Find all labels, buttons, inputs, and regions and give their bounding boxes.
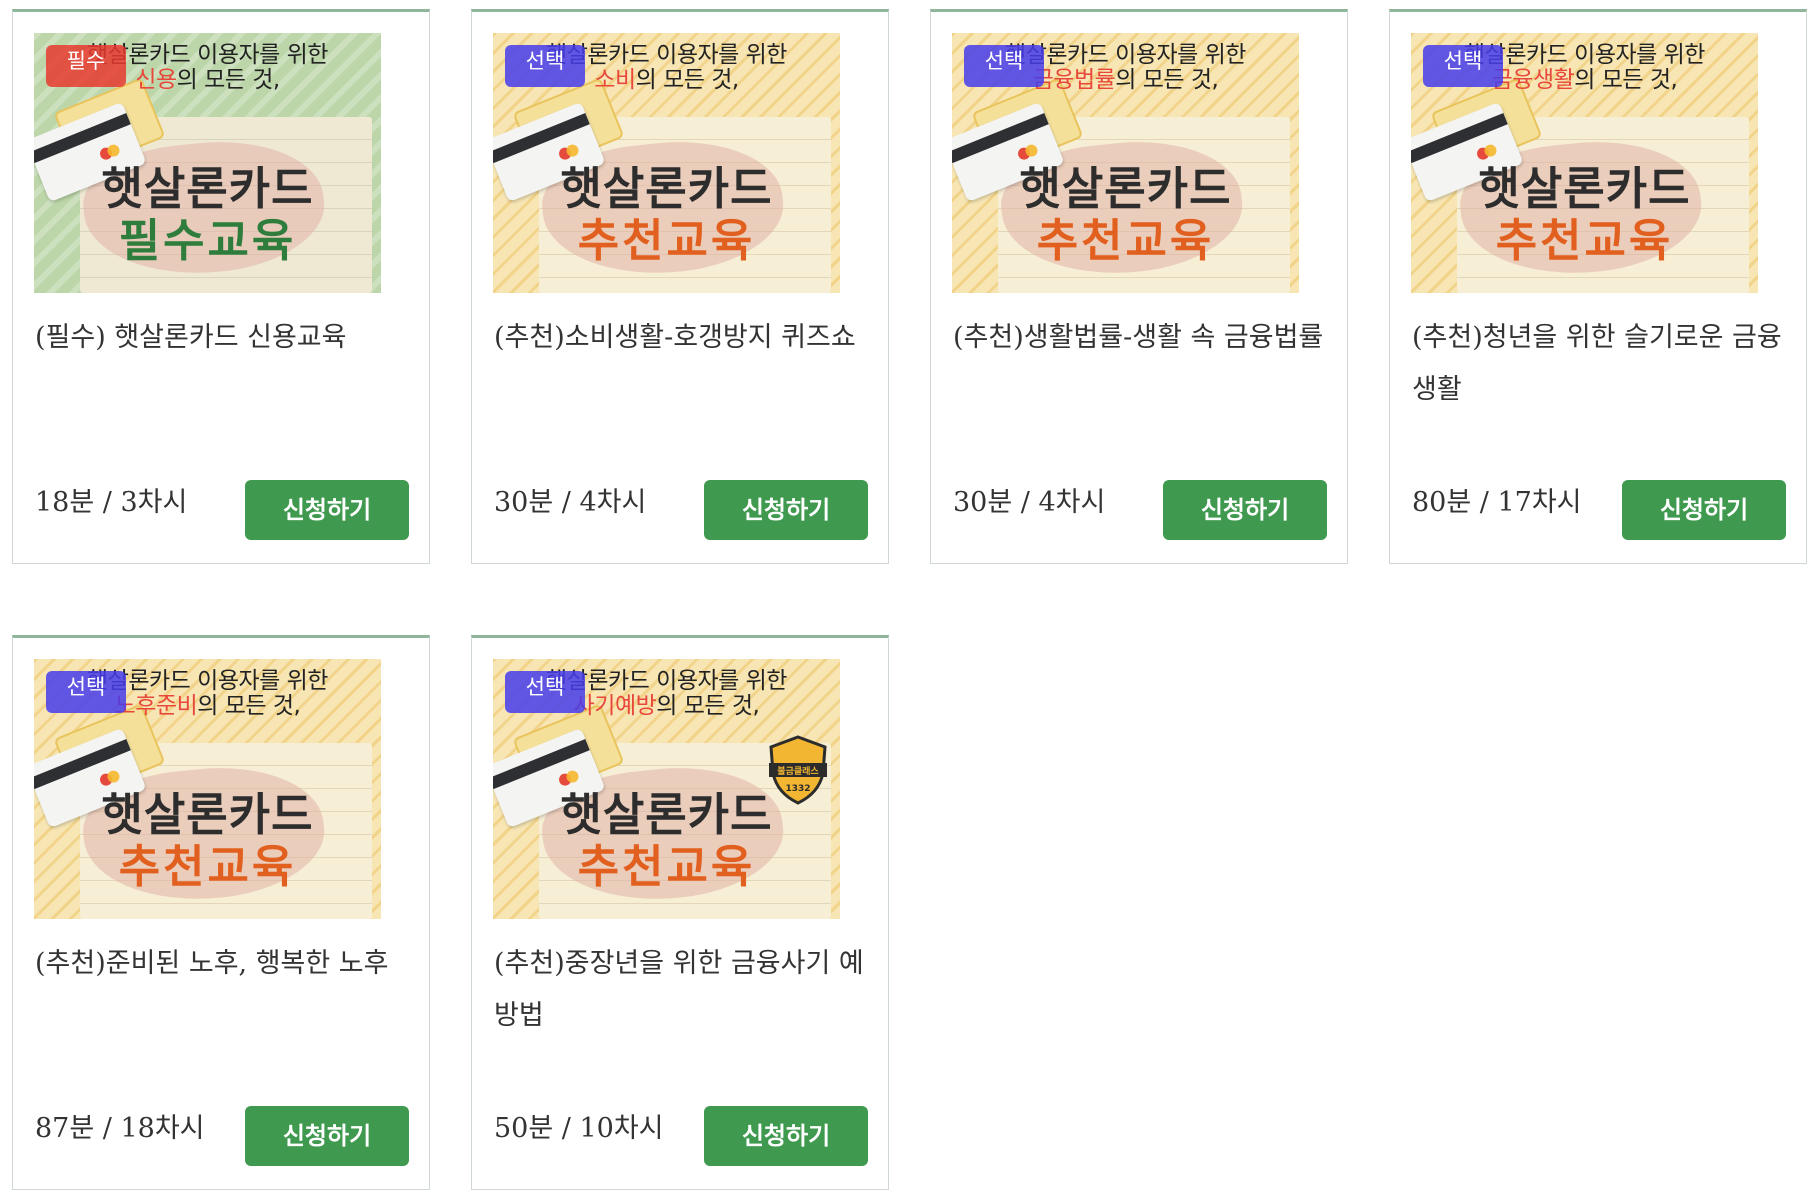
category-badge: 선택 bbox=[46, 671, 126, 713]
course-title[interactable]: (추천)청년을 위한 슬기로운 금융생활 bbox=[1412, 312, 1792, 416]
category-badge: 선택 bbox=[505, 671, 585, 713]
course-card[interactable]: 햇살론카드 이용자를 위한 금융생활의 모든 것, 햇살론카드 추천교육 선택 … bbox=[1389, 9, 1807, 564]
category-badge: 선택 bbox=[964, 45, 1044, 87]
course-card[interactable]: 햇살론카드 이용자를 위한 사기예방의 모든 것, 햇살론카드 추천교육 선택 … bbox=[471, 635, 889, 1190]
course-card[interactable]: 햇살론카드 이용자를 위한 노후준비의 모든 것, 햇살론카드 추천교육 선택 … bbox=[12, 635, 430, 1190]
apply-button[interactable]: 신청하기 bbox=[1622, 480, 1786, 540]
thumbnail-title: 햇살론카드 bbox=[101, 162, 314, 215]
apply-button[interactable]: 신청하기 bbox=[245, 480, 409, 540]
apply-button[interactable]: 신청하기 bbox=[245, 1106, 409, 1166]
category-badge: 필수 bbox=[46, 45, 126, 87]
thumbnail-subtitle: 추천교육 bbox=[1495, 214, 1674, 267]
apply-button[interactable]: 신청하기 bbox=[704, 480, 868, 540]
course-thumbnail[interactable]: 햇살론카드 이용자를 위한 금융법률의 모든 것, 햇살론카드 추천교육 선택 bbox=[952, 33, 1299, 293]
course-thumbnail[interactable]: 햇살론카드 이용자를 위한 소비의 모든 것, 햇살론카드 추천교육 선택 bbox=[493, 33, 840, 293]
course-title[interactable]: (필수) 햇살론카드 신용교육 bbox=[35, 312, 415, 364]
thumbnail-title: 햇살론카드 bbox=[1478, 162, 1691, 215]
course-duration: 30분 / 4차시 bbox=[494, 487, 647, 518]
course-duration: 50분 / 10차시 bbox=[494, 1113, 664, 1144]
shield-label: 불금클래스 bbox=[777, 765, 819, 777]
thumbnail-subtitle: 추천교육 bbox=[577, 214, 756, 267]
apply-button[interactable]: 신청하기 bbox=[1163, 480, 1327, 540]
course-card[interactable]: 햇살론카드 이용자를 위한 신용의 모든 것, 햇살론카드 필수교육 필수 (필… bbox=[12, 9, 430, 564]
course-title[interactable]: (추천)중장년을 위한 금융사기 예방법 bbox=[494, 938, 874, 1042]
shield-number: 1332 bbox=[785, 784, 810, 794]
course-thumbnail[interactable]: 햇살론카드 이용자를 위한 신용의 모든 것, 햇살론카드 필수교육 필수 bbox=[34, 33, 381, 293]
category-badge: 선택 bbox=[505, 45, 585, 87]
thumbnail-title: 햇살론카드 bbox=[560, 162, 773, 215]
course-thumbnail[interactable]: 햇살론카드 이용자를 위한 노후준비의 모든 것, 햇살론카드 추천교육 선택 bbox=[34, 659, 381, 919]
course-title[interactable]: (추천)생활법률-생활 속 금융법률 bbox=[953, 312, 1333, 364]
course-duration: 30분 / 4차시 bbox=[953, 487, 1106, 518]
thumbnail-title: 햇살론카드 bbox=[1019, 162, 1232, 215]
thumbnail-title: 햇살론카드 bbox=[101, 788, 314, 841]
course-thumbnail[interactable]: 햇살론카드 이용자를 위한 금융생활의 모든 것, 햇살론카드 추천교육 선택 bbox=[1411, 33, 1758, 293]
course-duration: 87분 / 18차시 bbox=[35, 1113, 205, 1144]
course-title[interactable]: (추천)소비생활-호갱방지 퀴즈쇼 bbox=[494, 312, 874, 364]
thumbnail-subtitle: 필수교육 bbox=[118, 214, 297, 267]
course-title[interactable]: (추천)준비된 노후, 행복한 노후 bbox=[35, 938, 415, 990]
course-card[interactable]: 햇살론카드 이용자를 위한 소비의 모든 것, 햇살론카드 추천교육 선택 (추… bbox=[471, 9, 889, 564]
category-badge: 선택 bbox=[1423, 45, 1503, 87]
course-thumbnail[interactable]: 햇살론카드 이용자를 위한 사기예방의 모든 것, 햇살론카드 추천교육 선택 … bbox=[493, 659, 840, 919]
class-shield-icon: 불금클래스 1332 bbox=[769, 735, 827, 805]
thumbnail-subtitle: 추천교육 bbox=[118, 840, 297, 893]
apply-button[interactable]: 신청하기 bbox=[704, 1106, 868, 1166]
course-duration: 18분 / 3차시 bbox=[35, 487, 188, 518]
course-duration: 80분 / 17차시 bbox=[1412, 487, 1582, 518]
course-card[interactable]: 햇살론카드 이용자를 위한 금융법률의 모든 것, 햇살론카드 추천교육 선택 … bbox=[930, 9, 1348, 564]
thumbnail-subtitle: 추천교육 bbox=[577, 840, 756, 893]
thumbnail-subtitle: 추천교육 bbox=[1036, 214, 1215, 267]
